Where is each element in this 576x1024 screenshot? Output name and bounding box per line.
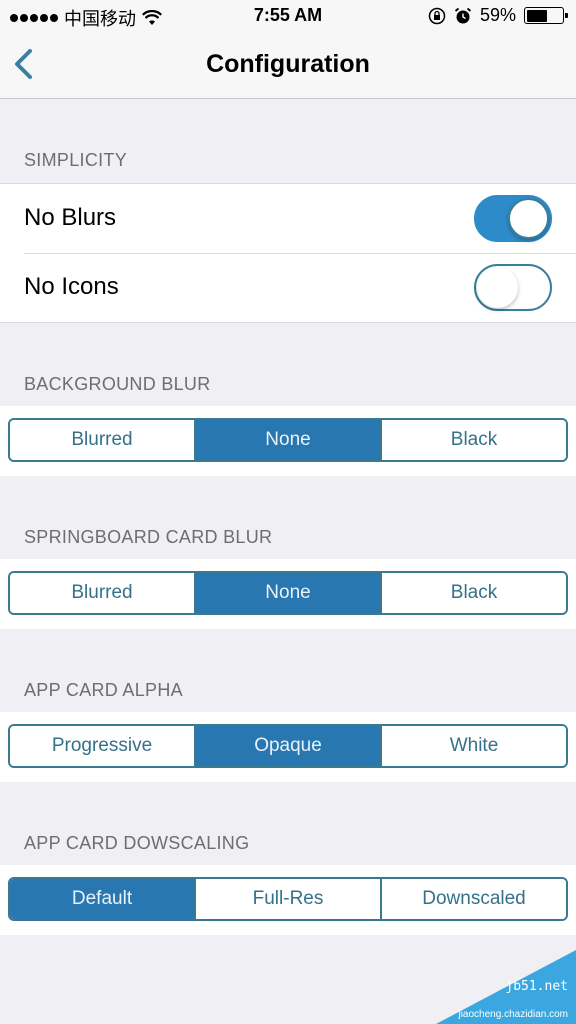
watermark-text: jb51.net (505, 979, 568, 994)
background-blur-segmented-control: Blurred None Black (8, 418, 568, 462)
toggle-knob (508, 198, 549, 239)
no-icons-toggle[interactable] (474, 264, 552, 311)
segment-black[interactable]: Black (380, 420, 566, 460)
section-header-app-card-alpha: APP CARD ALPHA (24, 680, 183, 700)
app-card-alpha-segmented-control: Progressive Opaque White (8, 724, 568, 768)
no-blurs-toggle[interactable] (474, 195, 552, 242)
segment-default[interactable]: Default (10, 879, 194, 919)
segment-progressive[interactable]: Progressive (10, 726, 194, 766)
setting-label: No Icons (24, 273, 119, 300)
alarm-icon (454, 7, 472, 23)
battery-percent: 59% (479, 5, 516, 25)
battery-icon (524, 7, 568, 24)
springboard-card-blur-segmented-control: Blurred None Black (8, 571, 568, 615)
app-card-alpha-group: Progressive Opaque White (0, 712, 576, 782)
status-bar: 中国移动 7:55 AM 59% (0, 0, 576, 32)
section-header-background-blur: BACKGROUND BLUR (24, 374, 211, 394)
segment-none[interactable]: None (194, 573, 380, 613)
status-right: 59% (428, 5, 568, 26)
segment-blurred[interactable]: Blurred (10, 573, 194, 613)
page-title: Configuration (206, 50, 370, 78)
navigation-bar: Configuration (0, 32, 576, 99)
background-blur-group: Blurred None Black (0, 406, 576, 476)
segment-full-res[interactable]: Full-Res (194, 879, 380, 919)
segment-downscaled[interactable]: Downscaled (380, 879, 566, 919)
setting-row-no-icons: No Icons (0, 253, 576, 322)
section-header-app-card-downscaling: APP CARD DOWSCALING (24, 833, 250, 853)
watermark: jb51.net jiaocheng.chazidian.com (430, 950, 576, 1024)
rotation-lock-icon (428, 7, 446, 24)
segment-white[interactable]: White (380, 726, 566, 766)
setting-row-no-blurs: No Blurs (0, 184, 576, 253)
segment-black[interactable]: Black (380, 573, 566, 613)
segment-opaque[interactable]: Opaque (194, 726, 380, 766)
springboard-card-blur-group: Blurred None Black (0, 559, 576, 629)
app-card-downscaling-group: Default Full-Res Downscaled (0, 865, 576, 935)
section-header-simplicity: SIMPLICITY (24, 150, 128, 170)
section-header-springboard-card-blur: SPRINGBOARD CARD BLUR (24, 527, 273, 547)
toggle-knob (477, 267, 518, 308)
app-card-downscaling-segmented-control: Default Full-Res Downscaled (8, 877, 568, 921)
battery-fill (526, 9, 548, 22)
setting-label: No Blurs (24, 204, 117, 231)
segment-blurred[interactable]: Blurred (10, 420, 194, 460)
simplicity-group: No Blurs No Icons (0, 183, 576, 323)
segment-none[interactable]: None (194, 420, 380, 460)
watermark-subtext: jiaocheng.chazidian.com (458, 1009, 568, 1020)
